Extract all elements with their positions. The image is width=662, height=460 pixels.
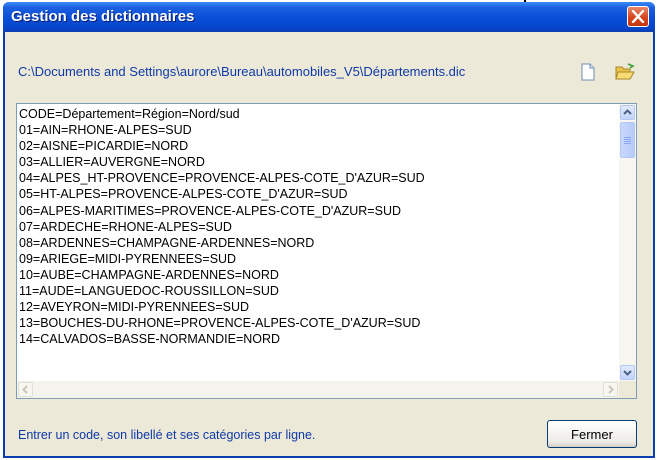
dictionary-line: 02=AISNE=PICARDIE=NORD xyxy=(19,139,189,154)
dictionary-editor[interactable]: CODE=Département=Région=Nord/sud 01=AIN=… xyxy=(16,103,637,399)
new-document-icon xyxy=(581,63,595,81)
instruction-text: Entrer un code, son libellé et ses catég… xyxy=(18,428,316,442)
dictionary-line: 10=AUBE=CHAMPAGNE-ARDENNES=NORD xyxy=(19,267,279,282)
chevron-down-icon xyxy=(623,370,632,376)
dictionary-file-path: C:\Documents and Settings\aurore\Bureau\… xyxy=(18,64,466,79)
dictionary-line: 07=ARDECHE=RHONE-ALPES=SUD xyxy=(19,219,232,234)
dictionary-line: 05=HT-ALPES=PROVENCE-ALPES-COTE_D'AZUR=S… xyxy=(19,187,348,202)
chevron-right-icon xyxy=(608,385,614,394)
chevron-left-icon xyxy=(22,385,28,394)
scroll-down-button[interactable] xyxy=(620,365,635,380)
dictionary-line: 09=ARIEGE=MIDI-PYRENNEES=SUD xyxy=(19,251,237,266)
close-dialog-button[interactable]: Fermer xyxy=(547,420,637,448)
scroll-right-button[interactable] xyxy=(603,382,618,397)
dictionary-line: 04=ALPES_HT-PROVENCE=PROVENCE-ALPES-COTE… xyxy=(19,171,425,186)
dictionary-line: 08=ARDENNES=CHAMPAGNE-ARDENNES=NORD xyxy=(19,235,315,250)
vertical-scrollbar[interactable] xyxy=(619,104,636,381)
title-bar[interactable]: Gestion des dictionnaires xyxy=(3,2,655,32)
scroll-left-button[interactable] xyxy=(18,382,33,397)
dictionary-line: 11=AUDE=LANGUEDOC-ROUSSILLON=SUD xyxy=(19,284,279,299)
horizontal-scrollbar[interactable] xyxy=(17,381,619,398)
close-icon xyxy=(631,10,645,23)
dictionary-line: 06=ALPES-MARITIMES=PROVENCE-ALPES-COTE_D… xyxy=(19,203,402,218)
dictionary-line: 14=CALVADOS=BASSE-NORMANDIE=NORD xyxy=(19,332,281,347)
open-folder-icon xyxy=(615,63,635,80)
vertical-scroll-thumb[interactable] xyxy=(620,122,635,158)
chevron-up-icon xyxy=(623,109,632,115)
dictionary-line: 12=AVEYRON=MIDI-PYRENNEES=SUD xyxy=(19,300,250,315)
dictionary-line: 13=BOUCHES-DU-RHONE=PROVENCE-ALPES-COTE_… xyxy=(19,316,421,331)
window-title: Gestion des dictionnaires xyxy=(11,8,195,25)
dictionary-line: 01=AIN=RHONE-ALPES=SUD xyxy=(19,123,192,138)
open-folder-button[interactable] xyxy=(614,62,635,82)
close-button[interactable] xyxy=(627,6,649,27)
scroll-up-button[interactable] xyxy=(620,105,635,120)
dictionary-line: 03=ALLIER=AUVERGNE=NORD xyxy=(19,155,205,170)
scrollbar-corner xyxy=(619,381,636,398)
dictionary-lines[interactable]: CODE=Département=Région=Nord/sud 01=AIN=… xyxy=(19,106,611,380)
dictionary-line: CODE=Département=Région=Nord/sud xyxy=(19,107,240,121)
new-document-button[interactable] xyxy=(578,62,598,82)
